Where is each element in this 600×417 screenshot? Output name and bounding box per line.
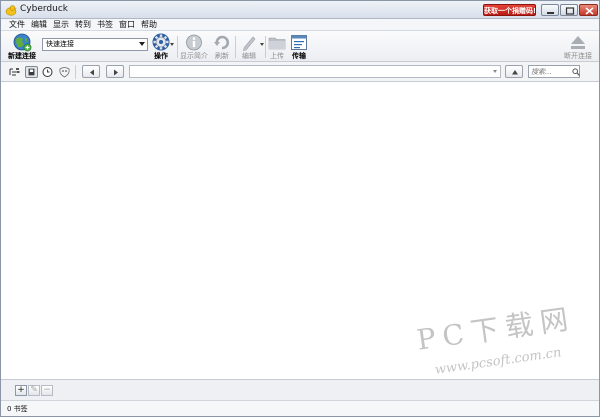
- disconnect-label: 断开连接: [564, 52, 592, 60]
- maximize-button[interactable]: [560, 4, 578, 16]
- menu-bar: 文件 编辑 显示 转到 书签 窗口 帮助: [1, 19, 599, 31]
- edit-label: 编辑: [242, 52, 256, 60]
- title-bar: Cyberduck 获取一个捐赠码!: [1, 1, 599, 19]
- disconnect-button[interactable]: 断开连接: [562, 33, 594, 61]
- status-text: 0 书签: [7, 405, 28, 413]
- parent-directory-button[interactable]: [505, 65, 523, 78]
- get-info-label: 显示简介: [180, 52, 208, 60]
- get-info-button[interactable]: 显示简介: [179, 33, 209, 61]
- menu-go[interactable]: 转到: [73, 19, 93, 31]
- close-button[interactable]: [579, 4, 598, 16]
- minimize-button[interactable]: [541, 4, 559, 16]
- nav-separator: [75, 65, 76, 79]
- menu-edit[interactable]: 编辑: [29, 19, 49, 31]
- app-window: Cyberduck 获取一个捐赠码! 文件 编辑 显示 转到 书签 窗口 帮助: [0, 0, 600, 417]
- add-bookmark-button[interactable]: +: [15, 385, 27, 396]
- edit-button[interactable]: 编辑: [237, 33, 264, 61]
- quick-connect-combobox[interactable]: 快速连接: [42, 38, 148, 51]
- toolbar-separator: [177, 36, 178, 58]
- toolbar-separator: [235, 36, 236, 58]
- bonjour-icon[interactable]: [58, 66, 71, 78]
- minimize-icon: [547, 12, 554, 14]
- search-icon: [572, 68, 580, 76]
- navigation-bar: [1, 62, 599, 82]
- menu-bookmarks[interactable]: 书签: [95, 19, 115, 31]
- upload-button[interactable]: 上传: [267, 33, 287, 61]
- menu-file[interactable]: 文件: [7, 19, 27, 31]
- back-button[interactable]: [82, 65, 100, 78]
- outline-view-icon[interactable]: [8, 66, 21, 78]
- action-menu-button[interactable]: 操作: [148, 33, 174, 61]
- forward-button[interactable]: [106, 65, 124, 78]
- new-connection-button[interactable]: 新建连接: [6, 33, 38, 61]
- gear-icon: [152, 33, 170, 51]
- transfers-button[interactable]: 传输: [289, 33, 309, 61]
- upload-label: 上传: [270, 52, 284, 60]
- pencil-icon: [243, 36, 256, 51]
- cyberduck-icon: [5, 5, 17, 16]
- bookmarks-view-icon[interactable]: [25, 66, 38, 78]
- refresh-button[interactable]: 刷新: [211, 33, 233, 61]
- new-connection-label: 新建连接: [8, 52, 36, 60]
- history-clock-icon[interactable]: [41, 66, 54, 78]
- arrow-right-icon: [114, 69, 118, 76]
- folder-upload-icon: [268, 37, 286, 50]
- remove-bookmark-button[interactable]: −: [41, 385, 53, 396]
- status-bar: 0 书签: [1, 400, 599, 416]
- action-label: 操作: [154, 52, 168, 60]
- eject-icon: [571, 36, 585, 49]
- toolbar-separator: [265, 36, 266, 58]
- main-toolbar: 新建连接 快速连接 操作 显示简介 刷新 编辑 上传 传输 断开连接: [1, 31, 599, 62]
- transfers-label: 传输: [292, 52, 306, 60]
- close-icon: [585, 7, 594, 15]
- chevron-down-icon: [170, 43, 174, 46]
- menu-help[interactable]: 帮助: [139, 19, 159, 31]
- maximize-icon: [565, 7, 575, 15]
- globe-icon: [13, 33, 32, 52]
- refresh-label: 刷新: [215, 52, 229, 60]
- chevron-down-icon: [260, 43, 264, 46]
- edit-bookmark-button[interactable]: ✎: [28, 385, 40, 396]
- bookmark-action-bar: + ✎ −: [1, 379, 599, 400]
- chevron-down-icon: [493, 70, 497, 73]
- refresh-icon: [214, 35, 230, 50]
- info-icon: [186, 34, 202, 51]
- chevron-down-icon: [139, 42, 145, 46]
- arrow-left-icon: [90, 69, 94, 76]
- path-combobox[interactable]: [129, 65, 501, 78]
- transfers-window-icon: [291, 35, 307, 50]
- arrow-up-icon: [512, 70, 518, 75]
- menu-window[interactable]: 窗口: [117, 19, 137, 31]
- donation-promo-button[interactable]: 获取一个捐赠码!: [483, 4, 536, 16]
- window-title: Cyberduck: [20, 4, 68, 14]
- quick-connect-value: 快速连接: [46, 40, 74, 48]
- menu-view[interactable]: 显示: [51, 19, 71, 31]
